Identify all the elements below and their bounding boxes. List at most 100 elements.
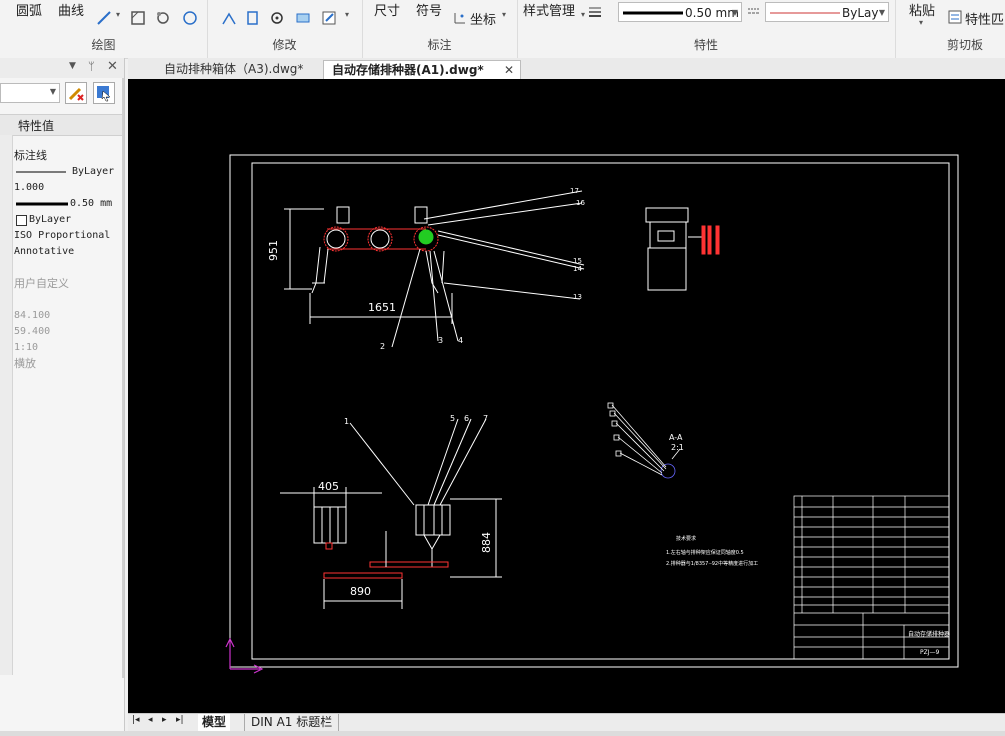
dimension-button[interactable]: 尺寸 — [374, 0, 400, 19]
callout-4: 4 — [458, 336, 463, 345]
ribbon-group-properties: 样式管理 ▾ 0.50 mm ▼ ByLay ▼ 特性 — [517, 0, 896, 58]
tab-doc-a3-label: 自动排种箱体（A3).dwg* — [164, 62, 304, 76]
prop-linescale-value: 1.000 — [14, 182, 45, 193]
style-manager-dropdown-icon[interactable]: ▾ — [581, 10, 585, 19]
tab-layout1[interactable]: DIN A1 标题栏 — [244, 714, 340, 731]
first-layout-icon[interactable]: |◂ — [132, 715, 140, 725]
linetype-icon — [748, 8, 760, 14]
lineweight-value: 0.50 mm — [685, 6, 739, 20]
status-bar — [0, 731, 1005, 736]
panel-header-row: 特性值 — [0, 114, 124, 136]
last-layout-icon[interactable]: ▸| — [176, 715, 184, 725]
top-view — [280, 418, 502, 609]
region-icon[interactable] — [155, 10, 171, 26]
object-type-select[interactable]: ▼ — [0, 83, 60, 103]
ribbon-group-clipboard: 粘贴 ▾ 特性匹 剪切板 — [895, 0, 1005, 58]
boundary-icon[interactable] — [182, 10, 198, 26]
tab-doc-a3[interactable]: 自动排种箱体（A3).dwg* — [156, 60, 316, 79]
prop-layer[interactable]: 标注线 — [14, 148, 122, 164]
paste-dropdown-icon[interactable]: ▾ — [919, 18, 923, 27]
select-objects-icon[interactable] — [93, 82, 115, 104]
pin-icon[interactable]: ᛘ — [88, 60, 95, 73]
linetype-sample-icon — [770, 12, 840, 14]
prev-layout-icon[interactable]: ◂ — [148, 715, 153, 725]
checkbox-icon — [16, 215, 27, 226]
drawing-canvas[interactable]: 951 1651 17 16 15 14 13 2 3 4 A-A 2:1 40… — [128, 79, 1005, 713]
callout-6: 6 — [464, 414, 469, 423]
prop-scale-value: 1:10 — [14, 342, 39, 353]
prop-annotative[interactable]: Annotative — [14, 244, 122, 260]
line-tool-icon[interactable] — [96, 10, 112, 26]
layout-tabbar: |◂ ◂ ▸ ▸| 模型 DIN A1 标题栏 — [128, 713, 1005, 732]
ribbon-group-draw: 圆弧 曲线 ▾ 绘图 — [0, 0, 208, 58]
symbol-button[interactable]: 符号 — [416, 0, 442, 19]
note-2: 2.排种器与1/8357·-92中等精度进行加工 — [666, 560, 758, 567]
property-value-header: 特性值 — [18, 119, 55, 133]
prop-height-value: 59.400 — [14, 326, 51, 337]
match-properties-icon — [948, 10, 962, 24]
curve-button[interactable]: 曲线 — [58, 0, 84, 19]
arc-button[interactable]: 圆弧 — [16, 0, 42, 19]
panel-scrollbar[interactable] — [122, 78, 124, 678]
close-icon[interactable]: ✕ — [107, 59, 118, 74]
prop-linescale[interactable]: 1.000 — [14, 180, 122, 196]
offset-icon[interactable] — [221, 10, 237, 26]
prop-textstyle-value: ISO Proportional — [14, 230, 111, 241]
tab-model[interactable]: 模型 — [198, 714, 231, 731]
color-line-icon — [16, 171, 66, 173]
copy-icon[interactable] — [245, 10, 261, 26]
properties-panel: ▼ ᛘ ✕ ▼ 特性值 标注线 ByLayer 1.000 0.50 mm By… — [0, 58, 125, 736]
line-dropdown-icon[interactable]: ▾ — [116, 10, 120, 19]
prop-orientation: 横放 — [14, 356, 122, 372]
prop-annotative-value: Annotative — [14, 246, 75, 257]
callout-17: 17 — [570, 187, 579, 195]
callout-2: 2 — [380, 342, 385, 351]
style-manager-button[interactable]: 样式管理 — [523, 0, 575, 19]
properties-group-title: 特性 — [693, 38, 718, 52]
section-scale: 2:1 — [671, 443, 684, 452]
linetype-select[interactable]: ByLay ▼ — [765, 2, 889, 22]
prop-lineweight[interactable]: 0.50 mm — [14, 196, 122, 212]
prop-plotstyle[interactable]: ByLayer — [14, 212, 122, 228]
tab-close-icon[interactable]: ✕ — [504, 61, 514, 80]
dim-405: 405 — [318, 480, 339, 493]
hatch-icon[interactable] — [130, 10, 146, 26]
panel-left-gutter — [0, 135, 13, 675]
modify-dropdown-icon[interactable]: ▾ — [345, 10, 349, 19]
prop-scale: 1:10 — [14, 340, 122, 356]
ribbon-group-annotate: 尺寸 符号 坐标 ▾ 标注 — [362, 0, 518, 58]
prop-plotstyle-value: ByLayer — [29, 214, 72, 225]
prop-color[interactable]: ByLayer — [14, 164, 122, 180]
prop-textstyle[interactable]: ISO Proportional — [14, 228, 122, 244]
tab-doc-a1[interactable]: 自动存储排种器(A1).dwg* ✕ — [323, 60, 521, 79]
rotate-icon[interactable] — [269, 10, 285, 26]
dim-1651: 1651 — [368, 301, 396, 314]
title-block-code: PZJ—9 — [920, 649, 939, 656]
edit-icon[interactable] — [321, 10, 337, 26]
paste-button[interactable]: 粘贴 — [909, 0, 935, 19]
prop-layer-value: 标注线 — [14, 149, 47, 162]
dim-951: 951 — [267, 240, 280, 261]
array-icon[interactable] — [295, 10, 311, 26]
coord-button[interactable]: 坐标 — [470, 9, 496, 28]
linetype-arrow-icon: ▼ — [878, 8, 885, 17]
title-block-name: 自动存储排种器 — [908, 630, 950, 638]
modify-group-title: 修改 — [272, 38, 297, 52]
lineweight-sample-icon — [623, 11, 683, 15]
note-1: 1.左右轴与排种架应保证同轴度0.5 — [666, 549, 744, 556]
ribbon: 圆弧 曲线 ▾ 绘图 ▾ 修改 尺寸 符号 坐标 ▾ 标注 样式管理 ▾ 0.5… — [0, 0, 1005, 59]
side-view — [645, 207, 720, 291]
prop-color-value: ByLayer — [72, 166, 115, 177]
tab-doc-a1-label: 自动存储排种器(A1).dwg* — [332, 63, 484, 77]
panel-menu-icon[interactable]: ▼ — [69, 61, 76, 71]
next-layout-icon[interactable]: ▸ — [162, 715, 167, 725]
dim-884: 884 — [480, 532, 493, 553]
quick-select-icon[interactable] — [65, 82, 87, 104]
linetype-value: ByLay — [842, 6, 879, 20]
match-properties-button[interactable]: 特性匹 — [965, 9, 1004, 28]
callout-7: 7 — [483, 414, 488, 423]
coord-dropdown-icon[interactable]: ▾ — [502, 10, 506, 19]
lineweight-select[interactable]: 0.50 mm ▼ — [618, 2, 742, 22]
prop-lineweight-value: 0.50 mm — [70, 198, 113, 209]
tab-layout1-label: DIN A1 标题栏 — [251, 715, 333, 729]
